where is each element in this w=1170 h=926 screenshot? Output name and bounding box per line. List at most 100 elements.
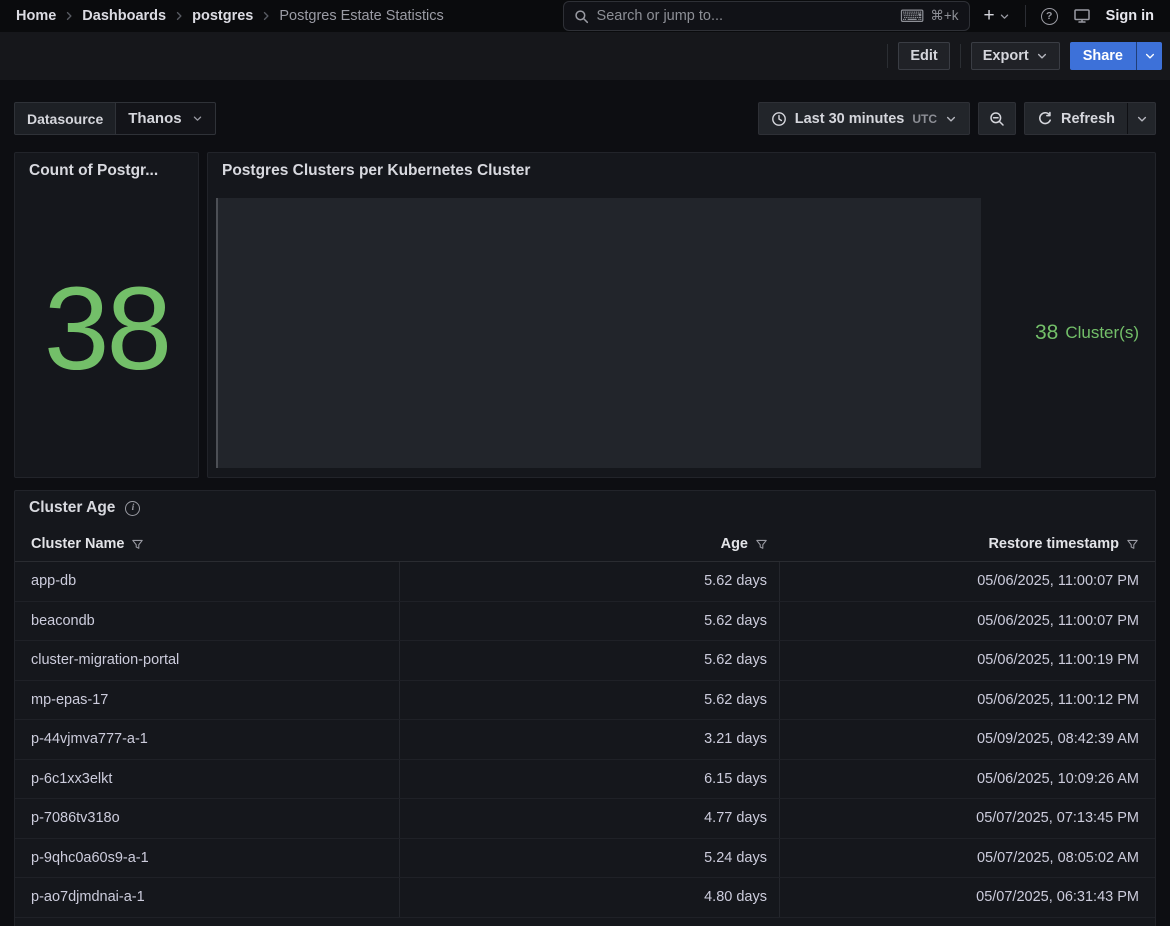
datasource-value: Thanos [128,110,181,127]
toolbar-divider [887,44,888,68]
table-row[interactable]: mp-epas-17 5.62 days 05/06/2025, 11:00:1… [15,681,1155,721]
cell-restore-timestamp: 05/06/2025, 11:00:12 PM [780,681,1155,720]
table-row[interactable]: beacondb 5.62 days 05/06/2025, 11:00:07 … [15,602,1155,642]
info-icon[interactable]: i [125,501,140,516]
cell-age: 5.62 days [400,602,780,641]
table-row[interactable]: app-db 5.62 days 05/06/2025, 11:00:07 PM [15,562,1155,602]
cell-restore-timestamp: 05/06/2025, 11:00:07 PM [780,602,1155,641]
share-button[interactable]: Share [1070,42,1136,70]
cell-age: 5.62 days [400,562,780,601]
time-range-label: Last 30 minutes [795,111,905,127]
share-dropdown-button[interactable] [1136,42,1162,70]
cell-cluster-name: p-7086tv318o [15,799,400,838]
datasource-variable: Datasource Thanos [14,102,216,135]
cell-age: 5.62 days [400,681,780,720]
topnav-divider [1025,5,1026,27]
chevron-down-icon [192,113,203,124]
cell-cluster-name: p-ao7djmdnai-a-1 [15,878,400,917]
column-label: Age [721,536,748,552]
search-box[interactable]: ⌨ ⌘+k [563,1,970,31]
stat-value: 38 [44,270,169,388]
breadcrumb-current-page: Postgres Estate Statistics [279,8,443,24]
refresh-button[interactable]: Refresh [1025,103,1127,134]
cell-restore-timestamp: 05/07/2025, 07:13:45 PM [780,799,1155,838]
chevron-right-icon [63,10,75,22]
breadcrumb-postgres[interactable]: postgres [192,8,253,24]
export-label: Export [983,48,1029,64]
export-button[interactable]: Export [971,42,1060,70]
cell-cluster-name: beacondb [15,602,400,641]
cell-age: 6.15 days [400,760,780,799]
time-controls: Last 30 minutes UTC Refresh [758,102,1156,135]
table-row[interactable]: p-6c1xx3elkt 6.15 days 05/06/2025, 10:09… [15,760,1155,800]
keyboard-icon: ⌨ [900,8,925,25]
search-icon [574,9,589,24]
help-icon[interactable]: ? [1041,8,1058,25]
column-label: Cluster Name [31,536,124,552]
monitor-icon[interactable] [1073,7,1091,25]
chart-plot-area[interactable] [216,198,981,468]
sign-in-button[interactable]: Sign in [1106,8,1154,24]
plus-icon: + [984,6,995,25]
cluster-age-title[interactable]: Cluster Age [29,499,115,517]
column-header-cluster-name[interactable]: Cluster Name [15,536,400,552]
cell-restore-timestamp: 05/07/2025, 06:31:43 PM [780,878,1155,917]
zoom-out-time-button[interactable] [978,102,1016,135]
breadcrumb-home[interactable]: Home [16,8,56,24]
shortcut-label: ⌘+k [930,8,958,24]
table-row[interactable]: p-44vjmva777-a-1 3.21 days 05/09/2025, 0… [15,720,1155,760]
table-row[interactable]: cluster-migration-portal 5.62 days 05/06… [15,641,1155,681]
refresh-icon [1037,111,1053,127]
breadcrumb: Home Dashboards postgres Postgres Estate… [16,8,549,24]
refresh-interval-dropdown[interactable] [1127,103,1155,134]
cell-age: 4.77 days [400,799,780,838]
chevron-down-icon [1144,50,1156,62]
cell-cluster-name: cluster-migration-portal [15,641,400,680]
cell-restore-timestamp: 05/07/2025, 08:05:02 AM [780,839,1155,878]
cell-restore-timestamp: 05/09/2025, 08:42:39 AM [780,720,1155,759]
filter-icon[interactable] [1126,538,1139,551]
search-shortcut: ⌨ ⌘+k [900,8,959,25]
panel-title: Cluster Age i [15,491,1155,517]
add-new-button[interactable]: + [984,8,1010,25]
top-nav-bar: Home Dashboards postgres Postgres Estate… [0,0,1170,32]
filter-icon[interactable] [131,538,144,551]
cell-age: 5.24 days [400,839,780,878]
column-header-restore-timestamp[interactable]: Restore timestamp [780,536,1155,552]
share-button-group: Share [1070,42,1162,70]
datasource-select[interactable]: Thanos [116,102,215,135]
column-header-age[interactable]: Age [400,536,780,552]
table-row[interactable]: p-ao7djmdnai-a-1 4.80 days 05/07/2025, 0… [15,878,1155,918]
panel-row-1: Count of Postgr... 38 Postgres Clusters … [14,152,1156,478]
panel-title[interactable]: Postgres Clusters per Kubernetes Cluster [208,153,1155,180]
cell-cluster-name: p-9qhc0a60s9-a-1 [15,839,400,878]
legend-value: 38 [1035,321,1058,345]
cell-restore-timestamp: 05/06/2025, 11:00:07 PM [780,562,1155,601]
timezone-label: UTC [912,112,937,126]
panel-title[interactable]: Count of Postgr... [15,153,198,180]
cell-age: 5.62 days [400,641,780,680]
breadcrumb-dashboards[interactable]: Dashboards [82,8,166,24]
cell-age: 4.80 days [400,878,780,917]
cluster-age-table: Cluster Name Age Restore timestamp [15,527,1155,926]
table-row[interactable]: p-7086tv318o 4.77 days 05/07/2025, 07:13… [15,799,1155,839]
zoom-out-icon [989,111,1005,127]
table-row[interactable]: p-9qhc0a60s9-a-1 5.24 days 05/07/2025, 0… [15,839,1155,879]
edit-button[interactable]: Edit [898,42,949,70]
cluster-age-panel: Cluster Age i Cluster Name Age [14,490,1156,926]
stat-value-wrap: 38 [15,180,198,477]
cell-cluster-name: mp-epas-17 [15,681,400,720]
chevron-right-icon [173,10,185,22]
filter-icon[interactable] [755,538,768,551]
search-input[interactable] [597,8,892,24]
refresh-label: Refresh [1061,111,1115,127]
time-range-picker[interactable]: Last 30 minutes UTC [758,102,970,135]
cell-restore-timestamp: 05/06/2025, 10:09:26 AM [780,760,1155,799]
count-stat-panel: Count of Postgr... 38 [14,152,199,478]
datasource-label: Datasource [14,102,116,135]
refresh-button-group: Refresh [1024,102,1156,135]
cell-cluster-name: p-6c1xx3elkt [15,760,400,799]
chart-legend[interactable]: 38 Cluster(s) [1035,198,1139,468]
toolbar-divider [960,44,961,68]
chevron-down-icon [945,113,957,125]
